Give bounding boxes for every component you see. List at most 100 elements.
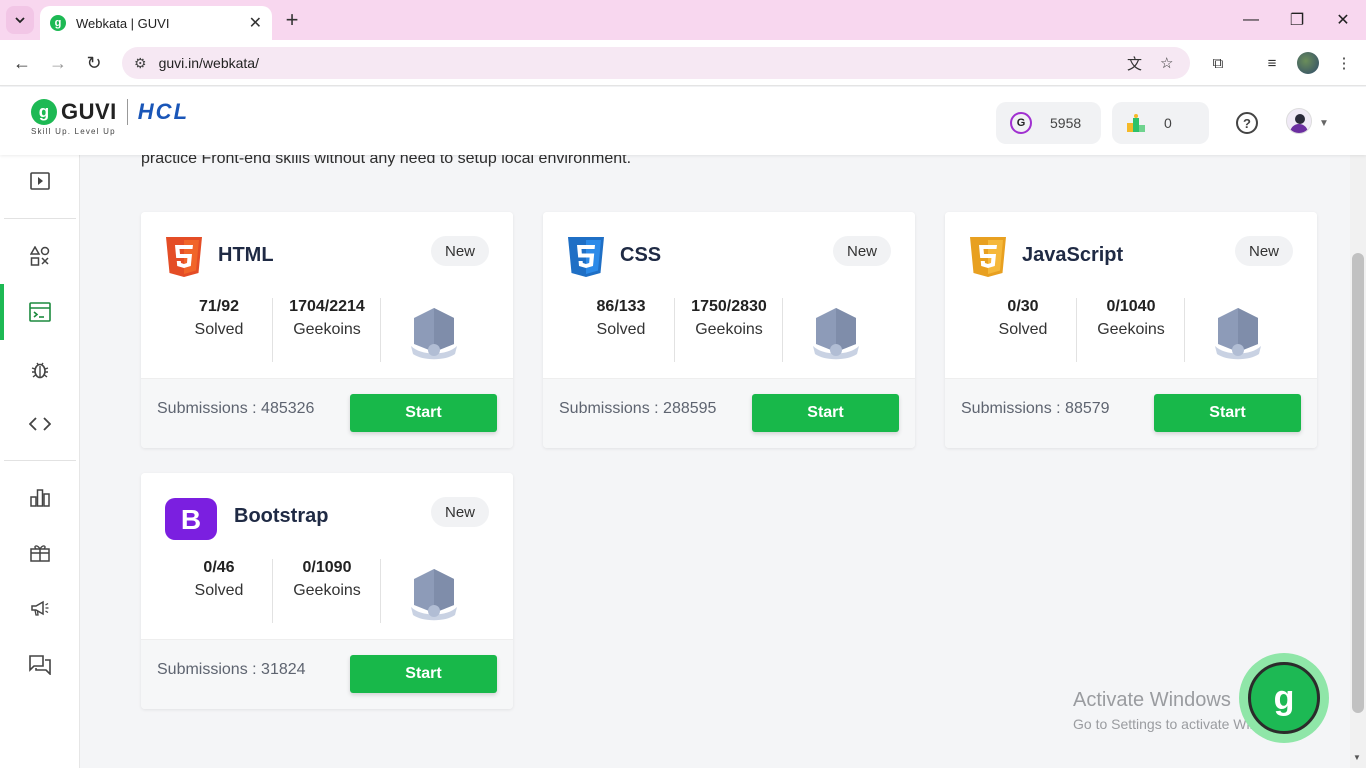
- new-tab-button[interactable]: +: [280, 7, 304, 32]
- geekoins-stat: 1704/2214 Geekoins: [273, 298, 381, 339]
- solved-count: 0/30: [1007, 298, 1039, 315]
- scrollbar-thumb[interactable]: [1352, 253, 1364, 713]
- minimize-button[interactable]: —: [1239, 8, 1263, 32]
- geekoins-label: Geekoins: [1097, 321, 1165, 338]
- stat-divider: [380, 298, 381, 362]
- guvi-favicon-icon: g: [50, 15, 66, 31]
- svg-text:B: B: [181, 504, 201, 535]
- sidebar-item-rewards[interactable]: [0, 531, 80, 575]
- solved-count: 0/46: [203, 559, 235, 576]
- course-card-html: HTML New 71/92 Solved 1704/2214 Geekoins…: [141, 212, 513, 448]
- course-card-css: CSS New 86/133 Solved 1750/2830 Geekoins…: [543, 212, 915, 448]
- sidebar-item-webkata[interactable]: [0, 284, 80, 340]
- help-icon[interactable]: ?: [1236, 112, 1258, 134]
- javascript-logo-icon: [970, 237, 1006, 277]
- new-badge: New: [1234, 236, 1293, 266]
- app-header: g GUVI HCL Skill Up. Level Up G 5958 0 ?…: [0, 87, 1366, 155]
- close-window-button[interactable]: ✕: [1331, 8, 1355, 32]
- start-button[interactable]: Start: [350, 394, 497, 432]
- solved-stat: 0/46 Solved: [165, 559, 273, 600]
- geekoins-value: 1750/2830: [691, 298, 767, 315]
- gift-icon: [30, 545, 50, 562]
- start-button[interactable]: Start: [1154, 394, 1301, 432]
- solved-label: Solved: [596, 321, 646, 338]
- submissions-count: Submissions : 288595: [559, 400, 717, 417]
- reload-button[interactable]: ↻: [81, 50, 107, 76]
- new-badge: New: [430, 497, 489, 527]
- chrome-menu-icon[interactable]: ⋮: [1333, 52, 1355, 74]
- geekoins-count: 5958: [1050, 115, 1082, 131]
- sidebar-divider: [4, 218, 76, 219]
- headset-support-icon: g: [1248, 662, 1320, 734]
- geekoin-icon: G: [1010, 112, 1032, 134]
- course-title: CSS: [620, 244, 662, 266]
- badge-medal-icon: [813, 308, 859, 360]
- guvi-logo-icon: g: [31, 99, 57, 125]
- forward-button[interactable]: →: [45, 50, 71, 76]
- support-chat-button[interactable]: g: [1239, 653, 1329, 743]
- solved-stat: 86/133 Solved: [567, 298, 675, 339]
- scroll-down-icon[interactable]: ▼: [1353, 753, 1361, 762]
- leaderboard-podium-icon: [1127, 114, 1145, 132]
- sidebar-item-leaderboard[interactable]: [0, 476, 80, 520]
- forum-icon: [29, 655, 51, 675]
- tab-title: Webkata | GUVI: [76, 15, 170, 31]
- geekoins-label: Geekoins: [293, 321, 361, 338]
- restore-button[interactable]: ❐: [1285, 8, 1309, 32]
- solved-label: Solved: [998, 321, 1048, 338]
- geekoins-label: Geekoins: [695, 321, 763, 338]
- geekoins-pill[interactable]: G 5958: [996, 102, 1101, 144]
- course-title: HTML: [218, 244, 274, 266]
- sidebar-item-announcements[interactable]: [0, 586, 80, 630]
- page-scrollbar[interactable]: ▲ ▼: [1350, 87, 1366, 768]
- partner-name: HCL: [137, 99, 190, 124]
- rank-pill[interactable]: 0: [1112, 102, 1209, 144]
- start-button[interactable]: Start: [752, 394, 899, 432]
- submissions-count: Submissions : 88579: [961, 400, 1110, 417]
- start-button[interactable]: Start: [350, 655, 497, 693]
- caret-down-icon[interactable]: ▼: [1319, 118, 1329, 129]
- leaderboard-icon: [30, 489, 50, 507]
- brand-name: GUVI: [61, 99, 117, 124]
- html5-logo-icon: [166, 237, 202, 277]
- sidebar-item-code[interactable]: [0, 402, 80, 446]
- stat-divider: [782, 298, 783, 362]
- bookmark-star-icon[interactable]: ☆: [1160, 47, 1173, 79]
- submissions-count: Submissions : 31824: [157, 661, 306, 678]
- address-bar[interactable]: ⚙ guvi.in/webkata/ 文 ☆: [122, 47, 1190, 79]
- submissions-count: Submissions : 485326: [157, 400, 315, 417]
- course-card-bootstrap: B Bootstrap New 0/46 Solved 0/1090 Geeko…: [141, 473, 513, 709]
- rank-count: 0: [1164, 115, 1172, 131]
- sidebar-item-forum[interactable]: [0, 643, 80, 687]
- back-button[interactable]: ←: [9, 50, 35, 76]
- browser-profile-avatar[interactable]: [1297, 52, 1319, 74]
- site-info-icon[interactable]: ⚙: [134, 55, 147, 72]
- badge-medal-icon: [1215, 308, 1261, 360]
- shapes-icon: [30, 246, 50, 266]
- solved-label: Solved: [194, 582, 244, 599]
- new-badge: New: [832, 236, 891, 266]
- url-text: guvi.in/webkata/: [158, 55, 259, 71]
- sidebar-item-practice[interactable]: [0, 234, 80, 278]
- geekoins-stat: 1750/2830 Geekoins: [675, 298, 783, 339]
- media-control-icon[interactable]: ≡: [1261, 52, 1283, 74]
- badge-medal-icon: [411, 569, 457, 621]
- solved-count: 86/133: [596, 298, 646, 315]
- sidebar-item-debugging[interactable]: [0, 348, 80, 392]
- browser-toolbar: ← → ↻ ⚙ guvi.in/webkata/ 文 ☆ ⧉ ≡ ⋮: [0, 40, 1366, 86]
- tab-search-button[interactable]: [6, 6, 34, 34]
- new-badge: New: [430, 236, 489, 266]
- chevron-down-icon: [15, 17, 25, 24]
- geekoins-value: 1704/2214: [289, 298, 365, 315]
- stat-divider: [380, 559, 381, 623]
- sidebar-divider: [4, 460, 76, 461]
- browser-tab-strip: g Webkata | GUVI ✕ + — ❐ ✕: [0, 0, 1366, 40]
- user-avatar[interactable]: [1286, 108, 1312, 134]
- tab-close-icon[interactable]: ✕: [249, 13, 262, 33]
- guvi-hcl-logo[interactable]: g GUVI HCL Skill Up. Level Up: [31, 99, 189, 136]
- geekoins-stat: 0/1090 Geekoins: [273, 559, 381, 600]
- translate-icon[interactable]: 文: [1127, 47, 1142, 79]
- sidebar-item-videos[interactable]: [0, 159, 80, 203]
- browser-tab[interactable]: g Webkata | GUVI ✕: [40, 6, 272, 40]
- extensions-icon[interactable]: ⧉: [1207, 52, 1229, 74]
